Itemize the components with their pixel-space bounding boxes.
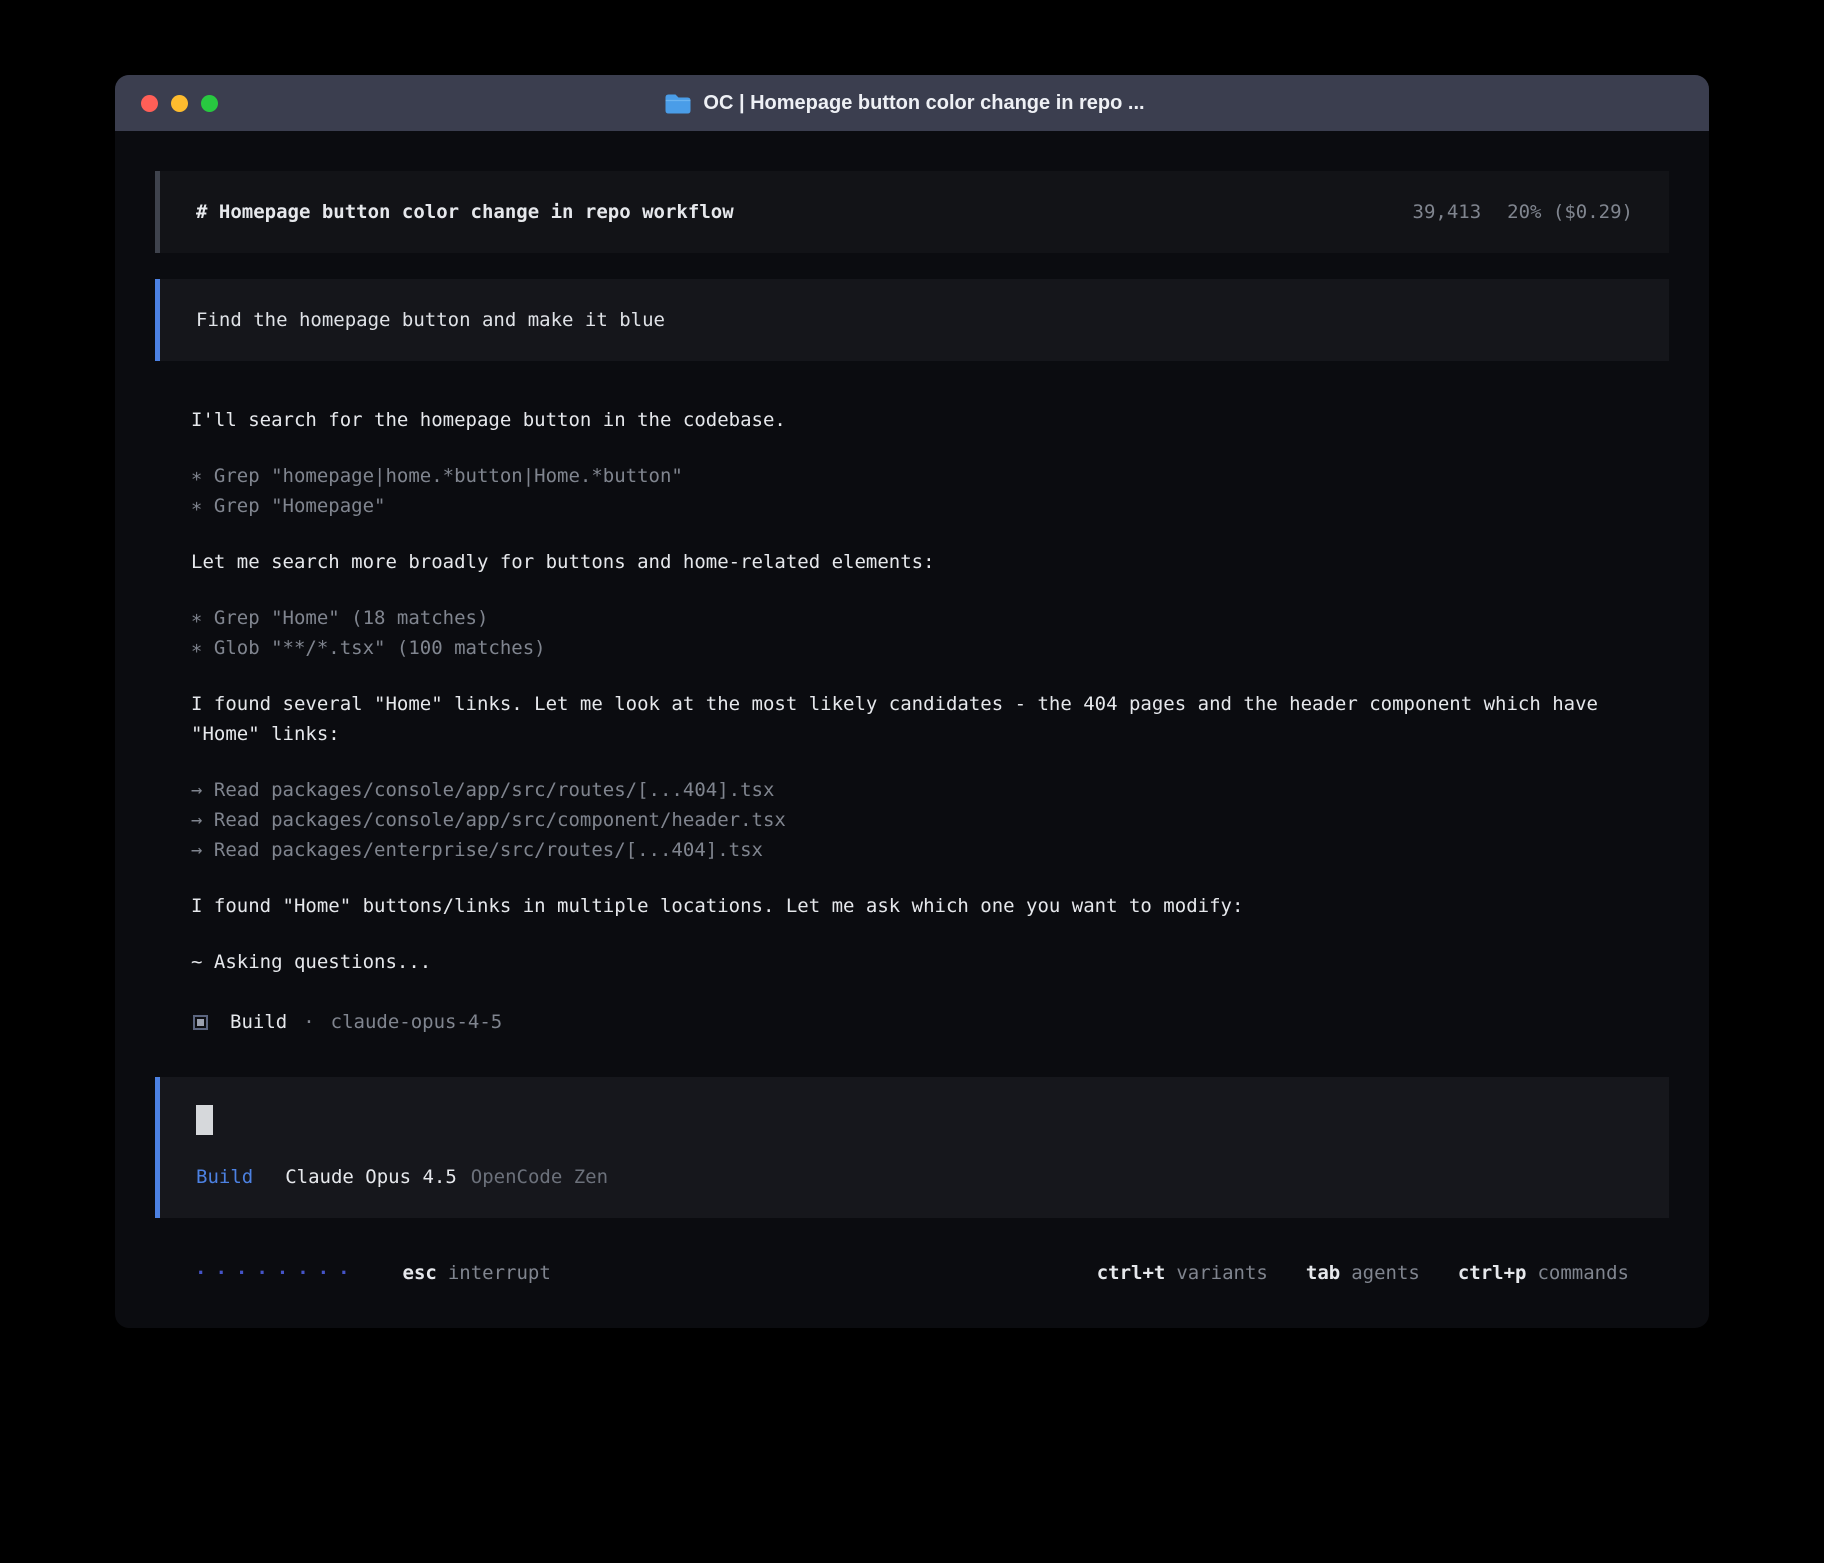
commands-hint: ctrl+p commands	[1458, 1262, 1629, 1284]
tool-call-read: → Read packages/console/app/src/componen…	[191, 805, 1669, 835]
provider-label: OpenCode Zen	[471, 1166, 608, 1188]
agent-icon	[193, 1015, 208, 1030]
commands-label: commands	[1537, 1262, 1629, 1284]
session-title: # Homepage button color change in repo w…	[196, 201, 734, 223]
close-button[interactable]	[141, 95, 158, 112]
spinner-dots: ········	[195, 1262, 359, 1284]
esc-key: esc	[403, 1262, 437, 1284]
active-agent-label[interactable]: Build	[196, 1166, 253, 1188]
zoom-button[interactable]	[201, 95, 218, 112]
session-header: # Homepage button color change in repo w…	[155, 171, 1669, 253]
tool-call-grep: ∗ Grep "Homepage"	[191, 491, 1669, 521]
user-message-text: Find the homepage button and make it blu…	[196, 309, 665, 331]
interrupt-label: interrupt	[448, 1262, 551, 1284]
folder-icon	[664, 93, 691, 114]
assistant-paragraph: I found "Home" buttons/links in multiple…	[191, 891, 1601, 921]
traffic-lights	[141, 95, 218, 112]
titlebar[interactable]: OC | Homepage button color change in rep…	[115, 75, 1709, 131]
agent-model: claude-opus-4-5	[331, 1007, 503, 1037]
ctrl-t-key: ctrl+t	[1097, 1262, 1166, 1284]
minimize-button[interactable]	[171, 95, 188, 112]
prompt-input[interactable]: Build Claude Opus 4.5 OpenCode Zen	[155, 1077, 1669, 1218]
ctrl-p-key: ctrl+p	[1458, 1262, 1527, 1284]
assistant-paragraph: Let me search more broadly for buttons a…	[191, 547, 1601, 577]
tool-call-group: ∗ Grep "Home" (18 matches) ∗ Glob "**/*.…	[191, 603, 1669, 663]
status-bar: ········ esc interrupt ctrl+t variants t…	[155, 1232, 1669, 1328]
variants-hint: ctrl+t variants	[1097, 1262, 1268, 1284]
agents-hint: tab agents	[1306, 1262, 1420, 1284]
asking-questions-status: ~ Asking questions...	[191, 947, 1601, 977]
agent-name: Build	[230, 1007, 287, 1037]
variants-label: variants	[1176, 1262, 1268, 1284]
tool-call-read: → Read packages/console/app/src/routes/[…	[191, 775, 1669, 805]
tool-call-grep: ∗ Grep "homepage|home.*button|Home.*butt…	[191, 461, 1669, 491]
window-title: OC | Homepage button color change in rep…	[703, 92, 1144, 115]
tool-call-group: → Read packages/console/app/src/routes/[…	[191, 775, 1669, 865]
assistant-transcript: I'll search for the homepage button in t…	[191, 405, 1669, 1037]
text-cursor	[196, 1105, 213, 1135]
interrupt-hint: esc interrupt	[403, 1262, 551, 1284]
agents-label: agents	[1351, 1262, 1420, 1284]
assistant-paragraph: I'll search for the homepage button in t…	[191, 405, 1601, 435]
tool-call-grep: ∗ Grep "Home" (18 matches)	[191, 603, 1669, 633]
tool-call-glob: ∗ Glob "**/*.tsx" (100 matches)	[191, 633, 1669, 663]
input-meta-row: Build Claude Opus 4.5 OpenCode Zen	[196, 1166, 1633, 1188]
token-count: 39,413	[1413, 201, 1482, 223]
agent-status-line: Build · claude-opus-4-5	[191, 1007, 1669, 1037]
terminal-window: OC | Homepage button color change in rep…	[115, 75, 1709, 1328]
user-message: Find the homepage button and make it blu…	[155, 279, 1669, 361]
tab-key: tab	[1306, 1262, 1340, 1284]
assistant-paragraph: I found several "Home" links. Let me loo…	[191, 689, 1601, 749]
tool-call-group: ∗ Grep "homepage|home.*button|Home.*butt…	[191, 461, 1669, 521]
context-usage: 20% ($0.29)	[1507, 201, 1633, 223]
tool-call-read: → Read packages/enterprise/src/routes/[.…	[191, 835, 1669, 865]
active-model-label[interactable]: Claude Opus 4.5	[285, 1166, 457, 1188]
separator-dot: ·	[303, 1007, 314, 1037]
